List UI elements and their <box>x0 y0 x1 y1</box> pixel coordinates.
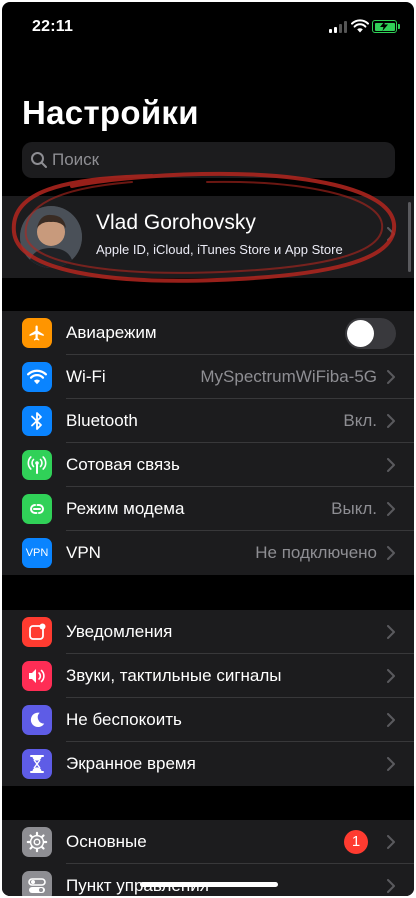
general-label: Основные <box>66 832 147 851</box>
chevron-right-icon <box>387 546 395 560</box>
gear-icon <box>22 827 52 857</box>
vpn-icon: VPN <box>22 538 52 568</box>
control-center-row[interactable]: Пункт управления <box>2 864 414 896</box>
scroll-indicator[interactable] <box>408 202 411 272</box>
search-bar[interactable] <box>22 142 395 178</box>
vpn-label: VPN <box>66 543 101 562</box>
battery-charging-icon <box>372 20 400 33</box>
status-bar: 22:11 <box>2 2 414 52</box>
chevron-right-icon <box>387 713 395 727</box>
bluetooth-value: Вкл. <box>343 411 377 430</box>
cellular-signal-icon <box>329 21 347 33</box>
chevron-right-icon <box>387 458 395 472</box>
control-center-icon <box>22 871 52 896</box>
vpn-status-value: Не подключено <box>255 543 377 562</box>
update-badge: 1 <box>344 830 368 854</box>
airplane-mode-label: Авиарежим <box>66 323 157 342</box>
profile-subtitle: Apple ID, iCloud, iTunes Store и App Sto… <box>96 242 343 257</box>
vpn-row[interactable]: VPN VPN Не подключено <box>2 531 414 575</box>
bluetooth-icon <box>22 406 52 436</box>
search-input[interactable] <box>52 142 382 178</box>
airplane-mode-toggle[interactable] <box>345 318 396 349</box>
connectivity-group: Авиарежим Wi-Fi MySpectrumWiFiba-5G Blue… <box>2 311 414 575</box>
sounds-row[interactable]: Звуки, тактильные сигналы <box>2 654 414 698</box>
notifications-icon <box>22 617 52 647</box>
do-not-disturb-row[interactable]: Не беспокоить <box>2 698 414 742</box>
page-title: Настройки <box>22 94 199 131</box>
status-time: 22:11 <box>32 18 74 35</box>
apple-id-profile-cell[interactable]: Vlad Gorohovsky Apple ID, iCloud, iTunes… <box>2 196 414 278</box>
bluetooth-row[interactable]: Bluetooth Вкл. <box>2 399 414 443</box>
wifi-icon <box>22 362 52 392</box>
personal-hotspot-value: Выкл. <box>331 499 377 518</box>
wifi-label: Wi-Fi <box>66 367 106 386</box>
bluetooth-label: Bluetooth <box>66 411 138 430</box>
airplane-icon <box>22 318 52 348</box>
wifi-status-icon <box>351 19 369 33</box>
cellular-label: Сотовая связь <box>66 455 180 474</box>
personal-hotspot-label: Режим модема <box>66 499 185 518</box>
speaker-icon <box>22 661 52 691</box>
chevron-right-icon <box>387 757 395 771</box>
hourglass-icon <box>22 749 52 779</box>
wifi-network-value: MySpectrumWiFiba-5G <box>200 367 377 386</box>
airplane-mode-row[interactable]: Авиарежим <box>2 311 414 355</box>
chevron-right-icon <box>387 835 395 849</box>
screen-time-row[interactable]: Экранное время <box>2 742 414 786</box>
search-icon <box>31 152 47 168</box>
settings-screen: 22:11 Настройки Поиск Vlad Gorohovsky Ap… <box>2 2 414 896</box>
do-not-disturb-label: Не беспокоить <box>66 710 182 729</box>
screen-time-label: Экранное время <box>66 754 196 773</box>
avatar <box>20 206 82 268</box>
home-indicator[interactable] <box>140 882 278 887</box>
chevron-right-icon <box>387 414 395 428</box>
hotspot-icon <box>22 494 52 524</box>
moon-icon <box>22 705 52 735</box>
chevron-right-icon <box>387 879 395 893</box>
notifications-group: Уведомления Звуки, тактильные сигналы Не… <box>2 610 414 786</box>
chevron-right-icon <box>387 625 395 639</box>
chevron-right-icon <box>387 502 395 516</box>
notifications-label: Уведомления <box>66 622 173 641</box>
notifications-row[interactable]: Уведомления <box>2 610 414 654</box>
chevron-right-icon <box>387 370 395 384</box>
antenna-icon <box>22 450 52 480</box>
cellular-row[interactable]: Сотовая связь <box>2 443 414 487</box>
profile-name: Vlad Gorohovsky <box>96 211 256 234</box>
general-row[interactable]: Основные 1 <box>2 820 414 864</box>
chevron-right-icon <box>387 227 395 241</box>
sounds-label: Звуки, тактильные сигналы <box>66 666 282 685</box>
chevron-right-icon <box>387 669 395 683</box>
personal-hotspot-row[interactable]: Режим модема Выкл. <box>2 487 414 531</box>
wifi-row[interactable]: Wi-Fi MySpectrumWiFiba-5G <box>2 355 414 399</box>
